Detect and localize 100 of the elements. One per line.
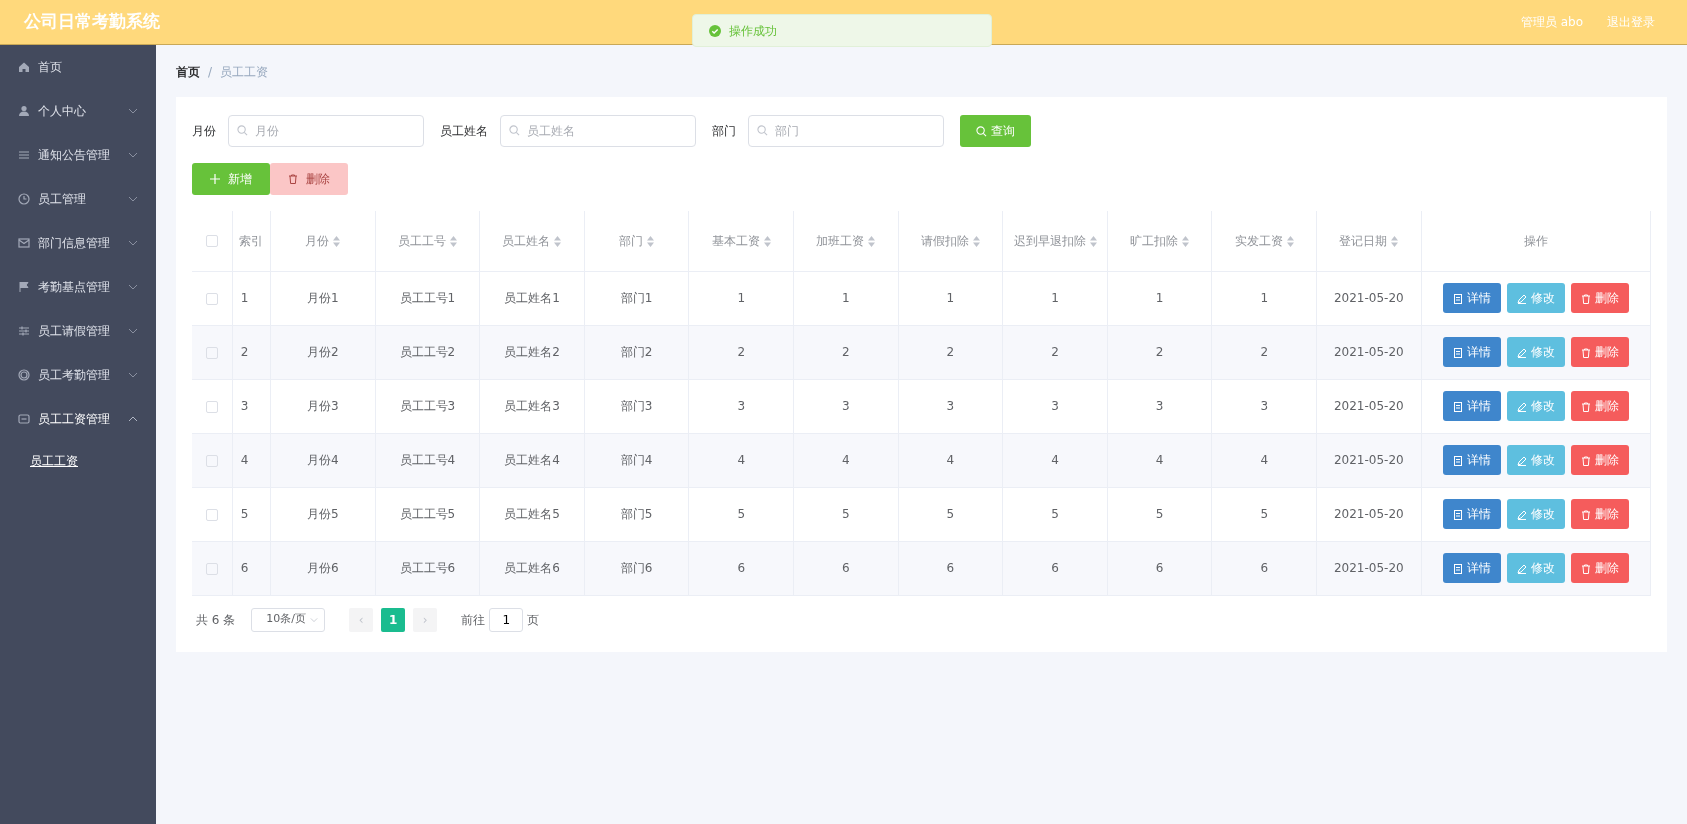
table-cell: 月份6 — [306, 561, 339, 575]
column-header: 旷工扣除 — [1130, 233, 1179, 248]
table-cell: 1 — [1260, 291, 1269, 305]
table-cell: 2021-05-20 — [1333, 453, 1404, 467]
search-field[interactable]: 员工姓名 — [500, 115, 696, 147]
document-icon — [1452, 347, 1463, 358]
search-field[interactable]: 部门 — [748, 115, 944, 147]
column-header: 请假扣除 — [920, 233, 969, 248]
sidebar-item[interactable]: 通知公告管理 — [0, 133, 156, 177]
detail-button[interactable]: 详情 — [1442, 553, 1501, 583]
edit-button[interactable]: 修改 — [1506, 337, 1565, 367]
sidebar-item[interactable]: 个人中心 — [0, 89, 156, 133]
sidebar-item[interactable]: 员工工资管理 — [0, 397, 156, 441]
table-cell: 6 — [1260, 561, 1269, 575]
table-cell: 3 — [1051, 399, 1059, 413]
sidebar-item[interactable]: 员工请假管理 — [0, 309, 156, 353]
table-cell: 3 — [946, 399, 955, 413]
row-checkbox[interactable] — [205, 454, 218, 467]
sidebar-item[interactable]: 考勤基点管理 — [0, 265, 156, 309]
row-checkbox[interactable] — [205, 346, 218, 359]
breadcrumb-link[interactable]: 首页 — [176, 63, 200, 81]
detail-button[interactable]: 详情 — [1442, 445, 1501, 475]
table-cell: 1 — [842, 291, 850, 305]
filter-label: 月份 — [192, 123, 216, 140]
row-checkbox[interactable] — [205, 400, 218, 413]
column-header: 迟到早退扣除 — [1013, 233, 1086, 248]
sidebar-subitem[interactable]: 员工工资 — [0, 441, 156, 481]
envelope-icon — [18, 237, 30, 249]
table-cell: 员工工号5 — [399, 507, 456, 521]
sidebar-item[interactable]: 员工考勤管理 — [0, 353, 156, 397]
filter-label: 员工姓名 — [440, 123, 488, 140]
delete-button[interactable]: 删除 — [1570, 283, 1629, 313]
sidebar-item[interactable]: 员工管理 — [0, 177, 156, 221]
check-circle-icon — [709, 24, 721, 37]
sidebar-item[interactable]: 部门信息管理 — [0, 221, 156, 265]
edit-button[interactable]: 修改 — [1506, 499, 1565, 529]
app-title: 公司日常考勤系统 — [24, 10, 160, 34]
table-cell: 月份3 — [306, 399, 339, 413]
delete-button[interactable]: 删除 — [1570, 391, 1629, 421]
table-cell: 员工姓名6 — [504, 561, 560, 575]
table-cell: 2021-05-20 — [1333, 399, 1404, 413]
document-icon — [1452, 401, 1463, 412]
table-cell: 2021-05-20 — [1333, 345, 1404, 359]
table-cell: 2021-05-20 — [1333, 291, 1404, 305]
add-button[interactable]: 新增 — [192, 163, 270, 195]
edit-button[interactable]: 修改 — [1506, 553, 1565, 583]
detail-button[interactable]: 详情 — [1442, 283, 1501, 313]
table-cell: 员工工号4 — [399, 453, 456, 467]
filter-label: 部门 — [712, 123, 736, 140]
table-cell: 员工工号6 — [399, 561, 456, 575]
detail-button[interactable]: 详情 — [1442, 499, 1501, 529]
trash-icon — [1580, 401, 1591, 412]
page-size-select[interactable]: 10条/页 — [251, 607, 326, 632]
chevron-down-icon — [310, 615, 319, 624]
table-cell: 月份2 — [306, 345, 339, 359]
search-icon — [976, 125, 987, 137]
row-checkbox[interactable] — [205, 292, 218, 305]
table-cell: 6 — [842, 561, 850, 575]
column-header: 部门 — [619, 233, 644, 248]
select-all-checkbox[interactable] — [205, 235, 218, 248]
row-checkbox[interactable] — [205, 562, 218, 575]
flag-icon — [18, 281, 30, 293]
column-header: 加班工资 — [816, 233, 865, 248]
search-button[interactable]: 查询 — [960, 115, 1031, 147]
delete-button[interactable]: 删除 — [1570, 499, 1629, 529]
search-field[interactable]: 月份 — [228, 115, 424, 147]
edit-button[interactable]: 修改 — [1506, 283, 1565, 313]
detail-button[interactable]: 详情 — [1442, 391, 1501, 421]
table-cell: 5 — [240, 507, 249, 521]
table-cell: 5 — [946, 507, 955, 521]
detail-button[interactable]: 详情 — [1442, 337, 1501, 367]
page-suffix: 页 — [527, 611, 540, 629]
plus-icon — [210, 174, 220, 184]
document-icon — [1452, 509, 1463, 520]
table-cell: 3 — [737, 399, 745, 413]
table-cell: 2021-05-20 — [1333, 561, 1404, 575]
edit-button[interactable]: 修改 — [1506, 391, 1565, 421]
delete-button[interactable]: 删除 — [1570, 445, 1629, 475]
table-cell: 2021-05-20 — [1333, 507, 1404, 521]
message-icon — [18, 413, 30, 425]
table-cell: 4 — [946, 453, 955, 467]
trash-icon — [1580, 563, 1591, 574]
target-icon — [18, 369, 30, 381]
page-number-field[interactable]: 1 — [489, 607, 524, 632]
page-button[interactable]: 1 — [381, 607, 406, 632]
table-cell: 3 — [1155, 399, 1164, 413]
sidebar-item[interactable]: 首页 — [0, 45, 156, 89]
delete-button[interactable]: 删除 — [1570, 553, 1629, 583]
table-cell: 1 — [1155, 291, 1164, 305]
trash-icon — [1580, 455, 1591, 466]
table-cell: 部门4 — [620, 453, 653, 467]
trash-icon — [1580, 293, 1591, 304]
edit-button[interactable]: 修改 — [1506, 445, 1565, 475]
table-cell: 员工姓名1 — [504, 291, 560, 305]
table-cell: 月份4 — [306, 453, 339, 467]
delete-button[interactable]: 删除 — [1570, 337, 1629, 367]
home-icon — [18, 61, 30, 73]
table-cell: 5 — [842, 507, 850, 521]
sliders-icon — [18, 325, 30, 337]
row-checkbox[interactable] — [205, 508, 218, 521]
